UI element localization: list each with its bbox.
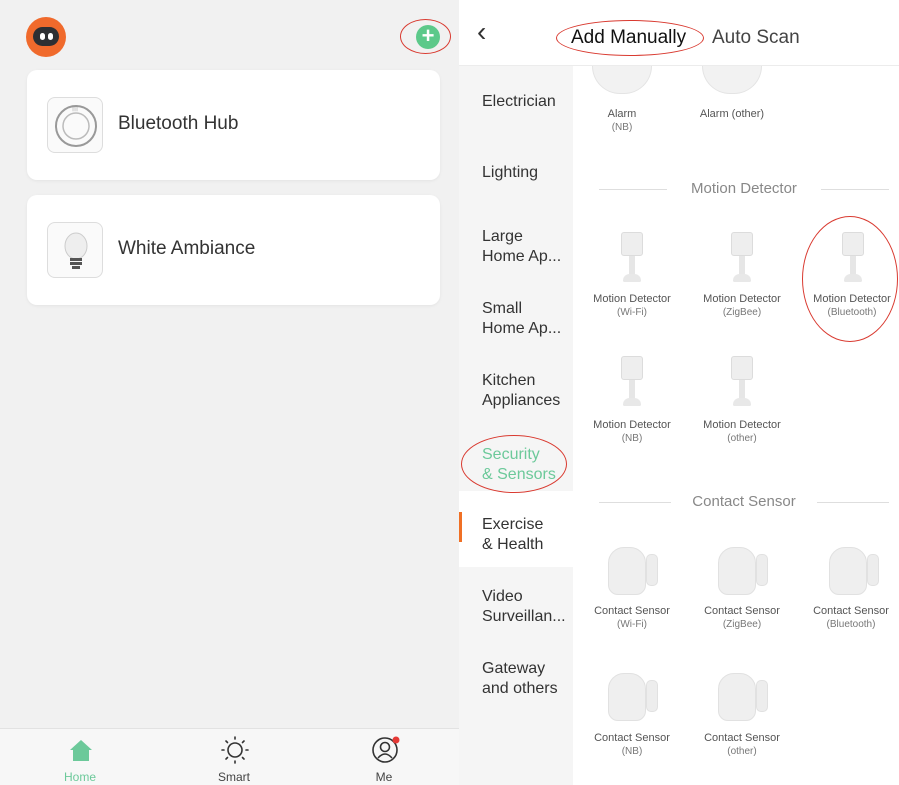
contact-sensor-icon	[608, 547, 660, 595]
section-header-contact: Contact Sensor	[599, 493, 889, 513]
tab-me[interactable]: Me	[334, 729, 434, 785]
device-name: Bluetooth Hub	[118, 113, 239, 134]
motion-detector-icon	[731, 232, 753, 290]
tab-add-manually[interactable]: Add Manually	[571, 27, 686, 49]
sun-icon	[221, 736, 249, 764]
device-tile-motion-bluetooth[interactable]: Motion Detector (Bluetooth)	[803, 292, 899, 320]
tab-auto-scan[interactable]: Auto Scan	[712, 27, 800, 49]
home-icon	[70, 740, 92, 761]
tab-label: Home	[63, 770, 96, 784]
back-chevron-icon[interactable]: ‹	[477, 17, 486, 47]
device-tile-contact-other[interactable]: Contact Sensor (other)	[693, 731, 791, 759]
bottom-tab-bar: Home Smart Me	[0, 728, 459, 785]
device-card-white-ambiance[interactable]: White Ambiance	[27, 195, 440, 305]
device-tile-motion-nb[interactable]: Motion Detector (NB)	[583, 418, 681, 446]
section-header-motion: Motion Detector	[599, 180, 889, 200]
robot-avatar-icon[interactable]	[26, 17, 66, 57]
device-tile-contact-zigbee[interactable]: Contact Sensor (ZigBee)	[693, 604, 791, 632]
device-tile-alarm-nb[interactable]: Alarm (NB)	[573, 107, 671, 135]
category-sidebar: Electrician Lighting Large Home Ap... Sm…	[459, 66, 573, 785]
bluetooth-hub-icon: |||	[47, 97, 103, 153]
add-device-button[interactable]: +	[416, 25, 440, 49]
device-tile-contact-wifi[interactable]: Contact Sensor (Wi-Fi)	[583, 604, 681, 632]
tab-label: Smart	[217, 770, 250, 784]
motion-detector-icon	[621, 232, 643, 290]
add-device-screen: ‹ Add Manually Auto Scan Electrician Lig…	[459, 0, 899, 785]
category-item[interactable]: Large Home Ap...	[482, 227, 574, 267]
contact-sensor-icon	[829, 547, 881, 595]
tab-home[interactable]: Home	[30, 729, 130, 785]
device-card-bluetooth-hub[interactable]: ||| Bluetooth Hub	[27, 70, 440, 180]
contact-sensor-icon	[718, 547, 770, 595]
category-item[interactable]: Exercise & Health	[482, 515, 574, 555]
category-item-selected[interactable]: Security & Sensors	[482, 445, 574, 485]
category-item[interactable]: Lighting	[482, 163, 574, 183]
tab-smart[interactable]: Smart	[184, 729, 284, 785]
device-tile-motion-other[interactable]: Motion Detector (other)	[693, 418, 791, 446]
home-screen: + ||| Bluetooth Hub White Ambiance Home …	[0, 0, 459, 785]
device-tile-contact-nb[interactable]: Contact Sensor (NB)	[583, 731, 681, 759]
category-item[interactable]: Electrician	[482, 92, 574, 112]
device-tile-alarm-other[interactable]: Alarm (other)	[683, 107, 781, 121]
motion-detector-icon	[621, 356, 643, 414]
device-tile-motion-zigbee[interactable]: Motion Detector (ZigBee)	[693, 292, 791, 320]
motion-detector-icon	[731, 356, 753, 414]
alarm-device-icon	[592, 66, 652, 94]
svg-text:|||: |||	[72, 105, 78, 112]
user-icon	[372, 736, 400, 763]
motion-detector-icon	[842, 232, 864, 290]
category-item[interactable]: Video Surveillan...	[482, 587, 574, 627]
device-name: White Ambiance	[118, 238, 256, 259]
contact-sensor-icon	[608, 673, 660, 721]
light-bulb-icon	[47, 222, 103, 278]
alarm-device-icon	[702, 66, 762, 94]
screenshot-root: + ||| Bluetooth Hub White Ambiance Home …	[0, 0, 899, 785]
category-item[interactable]: Kitchen Appliances	[482, 371, 574, 411]
contact-sensor-icon	[718, 673, 770, 721]
header-bar: ‹ Add Manually Auto Scan	[459, 0, 899, 66]
tab-label: Me	[375, 770, 393, 784]
category-item[interactable]: Gateway and others	[482, 659, 574, 699]
device-tile-contact-bluetooth[interactable]: Contact Sensor (Bluetooth)	[802, 604, 899, 632]
selected-category-indicator	[459, 512, 462, 542]
device-tile-motion-wifi[interactable]: Motion Detector (Wi-Fi)	[583, 292, 681, 320]
category-item[interactable]: Small Home Ap...	[482, 299, 574, 339]
